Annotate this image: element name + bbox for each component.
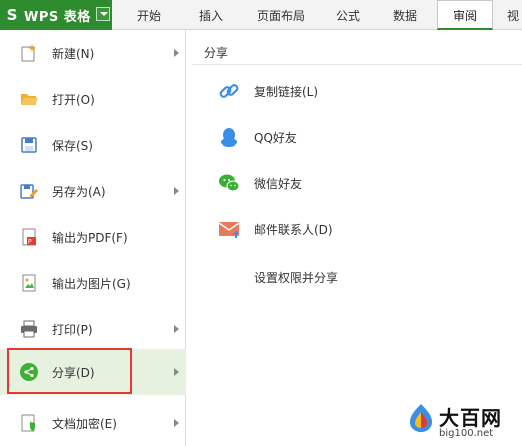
share-item-label: 设置权限并分享	[254, 271, 339, 285]
mail-icon	[218, 218, 240, 240]
submenu-arrow-icon	[174, 49, 179, 57]
share-submenu-panel: 分享 复制链接(L) QQ好友 微信好友 邮件联系人(D) 设置权限并分享	[192, 38, 522, 446]
app-menu-dropdown-icon[interactable]	[96, 7, 110, 21]
link-icon	[218, 80, 240, 102]
save-icon	[19, 135, 39, 155]
menu-item-label: 新建(N)	[52, 46, 95, 61]
panel-divider	[192, 64, 522, 65]
save-as-icon	[19, 181, 39, 201]
menu-item-new[interactable]: 新建(N)	[0, 30, 186, 76]
menu-item-label: 输出为PDF(F)	[52, 230, 128, 245]
menu-item-open[interactable]: 打开(O)	[0, 76, 186, 122]
menu-item-label: 另存为(A)	[52, 184, 106, 199]
submenu-arrow-icon	[174, 187, 179, 195]
watermark-url: big100.net	[439, 428, 494, 439]
menu-item-save[interactable]: 保存(S)	[0, 122, 186, 168]
image-export-icon	[19, 273, 39, 293]
share-item-label: 复制链接(L)	[254, 85, 319, 99]
share-item-label: 微信好友	[254, 177, 303, 191]
tab-insert[interactable]: 插入	[180, 0, 242, 30]
tab-home[interactable]: 开始	[118, 0, 180, 30]
ribbon-tab-bar: S WPS 表格 开始 插入 页面布局 公式 数据 审阅 视	[0, 0, 522, 30]
menu-item-print[interactable]: 打印(P)	[0, 306, 186, 352]
tab-page-layout[interactable]: 页面布局	[242, 0, 320, 30]
wps-app-menu-button[interactable]: S WPS 表格	[0, 0, 112, 30]
svg-text:P: P	[28, 239, 32, 246]
app-title: WPS 表格	[24, 9, 91, 25]
submenu-arrow-icon	[174, 325, 179, 333]
menu-item-export-pdf[interactable]: P 输出为PDF(F)	[0, 214, 186, 260]
submenu-arrow-icon	[174, 368, 179, 376]
site-watermark: 大百网 big100.net	[407, 402, 519, 444]
submenu-arrow-icon	[174, 419, 179, 427]
share-copy-link[interactable]: 复制链接(L)	[192, 70, 522, 110]
menu-item-label: 输出为图片(G)	[52, 276, 131, 291]
share-wechat-friend[interactable]: 微信好友	[192, 162, 522, 202]
menu-item-label: 打开(O)	[52, 92, 95, 107]
menu-item-save-as[interactable]: 另存为(A)	[0, 168, 186, 214]
file-menu: 新建(N) 打开(O) 保存(S) 另存为(A) P 输出为PDF(F) 输出为…	[0, 30, 186, 446]
menu-item-label: 保存(S)	[52, 138, 93, 153]
share-mail-contact[interactable]: 邮件联系人(D)	[192, 208, 522, 248]
wechat-icon	[218, 172, 240, 194]
tab-view[interactable]: 视	[498, 0, 522, 30]
tab-formula[interactable]: 公式	[320, 0, 376, 30]
menu-item-label: 文档加密(E)	[52, 416, 117, 431]
qq-icon	[218, 126, 240, 148]
pdf-icon: P	[19, 227, 39, 247]
menu-item-label: 分享(D)	[52, 365, 95, 380]
panel-title: 分享	[204, 46, 229, 60]
menu-item-label: 打印(P)	[52, 322, 93, 337]
printer-icon	[19, 319, 39, 339]
tab-review[interactable]: 审阅	[437, 0, 493, 30]
share-item-label: QQ好友	[254, 131, 297, 145]
share-set-permission[interactable]: 设置权限并分享	[192, 256, 522, 296]
wps-logo-icon: S	[6, 6, 18, 24]
menu-item-share[interactable]: 分享(D)	[0, 349, 186, 395]
menu-item-encrypt[interactable]: 文档加密(E)	[0, 400, 186, 446]
share-icon	[19, 362, 39, 382]
tab-data[interactable]: 数据	[376, 0, 434, 30]
watermark-logo-icon	[407, 402, 435, 434]
share-item-label: 邮件联系人(D)	[254, 223, 333, 237]
menu-item-export-image[interactable]: 输出为图片(G)	[0, 260, 186, 306]
watermark-title: 大百网	[439, 406, 502, 430]
share-qq-friend[interactable]: QQ好友	[192, 116, 522, 156]
encrypt-icon	[19, 413, 39, 433]
open-folder-icon	[19, 89, 39, 109]
new-file-icon	[19, 43, 39, 63]
